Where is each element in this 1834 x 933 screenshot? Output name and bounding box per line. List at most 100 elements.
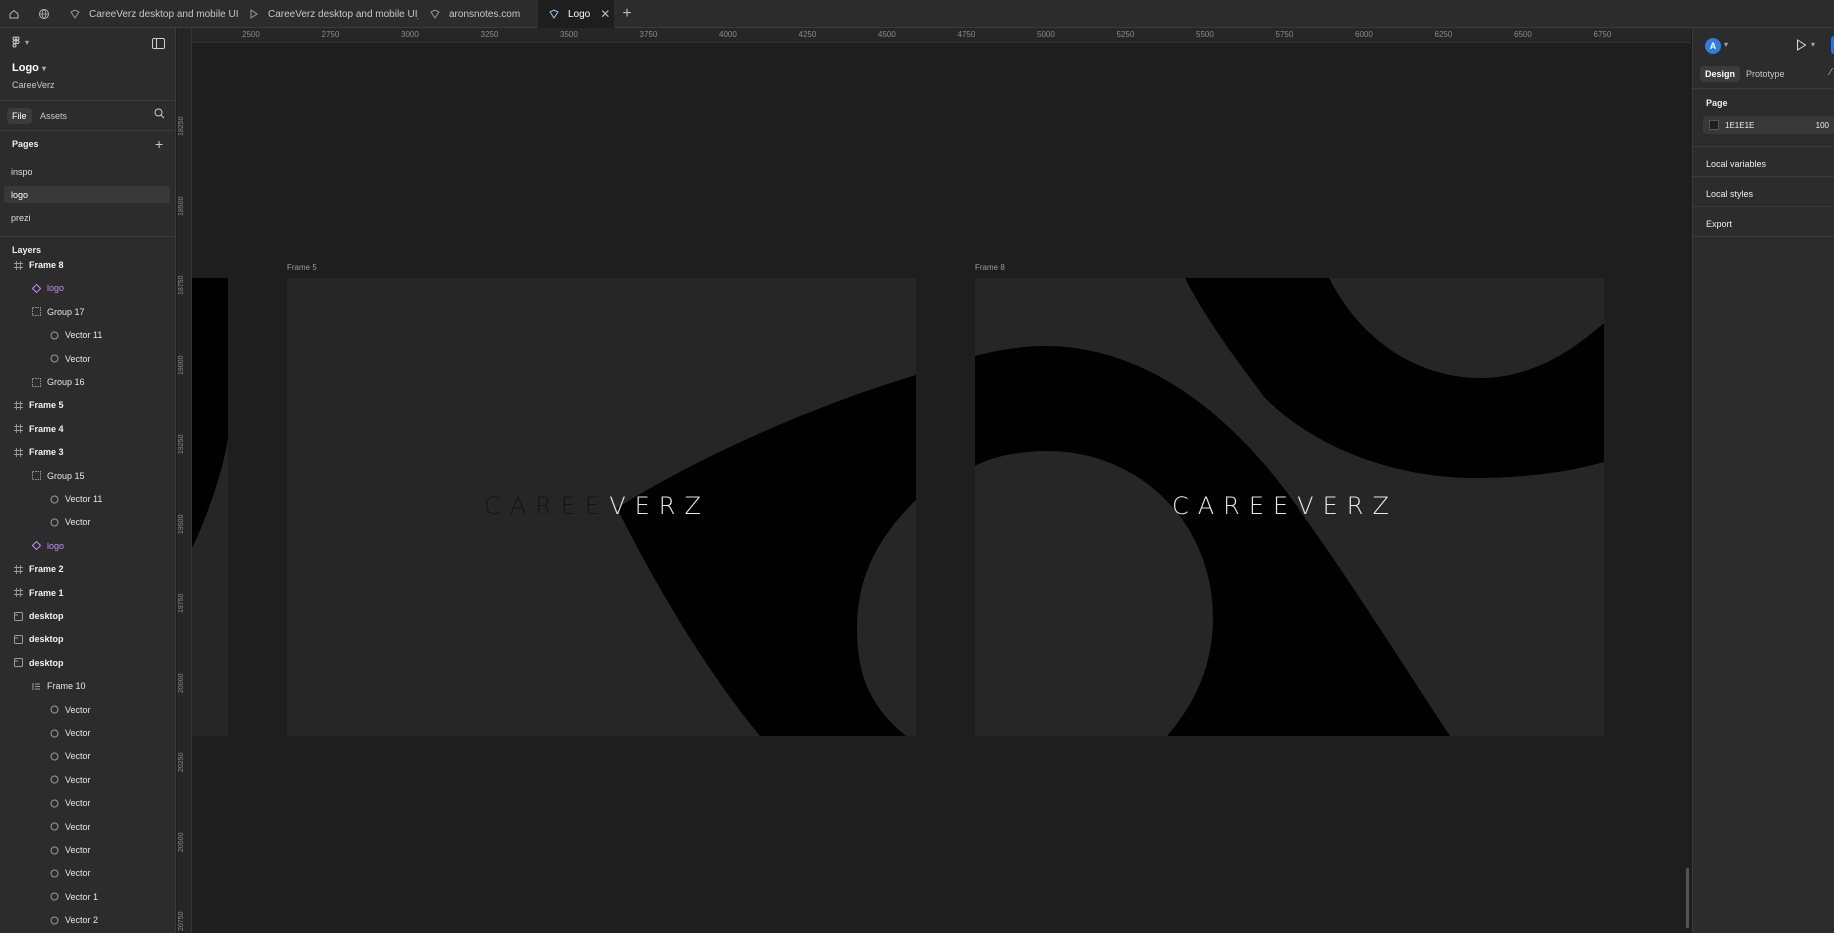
- tab-design[interactable]: Design: [1700, 66, 1741, 82]
- layer-item[interactable]: Vector 2: [0, 910, 175, 930]
- layer-item[interactable]: Vector 11: [0, 489, 175, 509]
- layer-item[interactable]: Vector: [0, 770, 175, 790]
- close-icon[interactable]: ✕: [600, 7, 610, 21]
- layer-item[interactable]: logo: [0, 536, 175, 556]
- page-item-inspo[interactable]: inspo: [4, 163, 170, 180]
- layer-label: Group 16: [47, 377, 85, 387]
- layer-item[interactable]: Vector: [0, 840, 175, 860]
- color-swatch[interactable]: [1709, 120, 1719, 130]
- vector-pen-icon: [48, 727, 60, 739]
- ruler-tick: 18250: [178, 116, 185, 136]
- local-variables[interactable]: Local variables: [1706, 159, 1766, 169]
- ruler-tick: 4000: [719, 30, 737, 39]
- logo-dark-part: CAREE: [484, 492, 610, 520]
- layer-item[interactable]: Frame 5: [0, 395, 175, 415]
- frame-label[interactable]: Frame 5: [287, 263, 317, 272]
- home-icon[interactable]: [0, 0, 28, 28]
- chevron-down-icon: ▾: [41, 64, 46, 73]
- add-page-plus-icon[interactable]: +: [155, 136, 163, 152]
- layer-item[interactable]: desktop: [0, 629, 175, 649]
- layer-item[interactable]: Frame 2: [0, 559, 175, 579]
- chevron-down-icon[interactable]: ▾: [1724, 40, 1728, 49]
- page-item-logo[interactable]: logo: [4, 186, 170, 203]
- zoom-dropdown-icon[interactable]: ⁄: [1830, 67, 1832, 78]
- page-background-color[interactable]: 1E1E1E 100: [1703, 116, 1834, 134]
- ruler-tick: 2500: [242, 30, 260, 39]
- tab-careeverz-ui-1[interactable]: CareeVerz desktop and mobile UI_fina: [58, 0, 238, 28]
- toggle-sidebar-icon[interactable]: [152, 38, 165, 52]
- layer-label: Vector: [65, 517, 91, 528]
- search-icon[interactable]: [154, 108, 165, 122]
- layer-item[interactable]: Vector: [0, 349, 175, 369]
- vector-pen-icon: [48, 329, 60, 341]
- layer-item[interactable]: logo: [0, 278, 175, 298]
- chevron-down-icon[interactable]: ▾: [1811, 40, 1815, 49]
- layer-item[interactable]: Group 17: [0, 302, 175, 322]
- ruler-tick: 19250: [178, 434, 185, 454]
- layer-item[interactable]: Vector: [0, 512, 175, 532]
- layer-item[interactable]: Vector: [0, 793, 175, 813]
- layer-label: Vector 11: [65, 330, 103, 341]
- layer-label: Vector: [65, 751, 91, 762]
- frame-5[interactable]: CAREEVERZ: [287, 278, 916, 736]
- layer-item[interactable]: Vector 11: [0, 325, 175, 345]
- ruler-tick: 4750: [957, 30, 976, 39]
- layer-item[interactable]: Frame 1: [0, 583, 175, 603]
- chevron-down-icon: ▾: [25, 37, 30, 47]
- vertical-scrollbar[interactable]: [1686, 868, 1689, 928]
- ruler-vertical: 18250 18500 18750 19000 19250 19500 19750 20000…: [177, 28, 192, 933]
- layer-item[interactable]: Frame 3: [0, 442, 175, 462]
- layer-item[interactable]: Vector: [0, 746, 175, 766]
- local-styles[interactable]: Local styles: [1706, 189, 1753, 199]
- frame-8[interactable]: CAREEVERZ: [975, 278, 1604, 736]
- ruler-tick: 6500: [1514, 30, 1532, 39]
- layer-item[interactable]: Vector: [0, 700, 175, 720]
- ruler-tick: 5500: [1196, 30, 1214, 39]
- ruler-tick: 4500: [878, 30, 896, 39]
- tab-file[interactable]: File: [7, 108, 32, 124]
- layer-item[interactable]: Group 15: [0, 466, 175, 486]
- layer-item[interactable]: Frame 4: [0, 419, 175, 439]
- present-play-icon[interactable]: [1796, 39, 1807, 54]
- community-globe-icon[interactable]: [30, 0, 58, 28]
- page-item-prezi[interactable]: prezi: [4, 209, 170, 226]
- canvas[interactable]: 2500 2750 3000 3250 3500 3750 4000 4250 4500 4750…: [177, 28, 1691, 933]
- frame-partial[interactable]: [192, 278, 228, 736]
- tab-careeverz-ui-2[interactable]: CareeVerz desktop and mobile UI_fina: [238, 0, 418, 28]
- ruler-tick: 19000: [178, 355, 185, 375]
- project-name[interactable]: CareeVerz: [12, 80, 55, 90]
- layer-item[interactable]: Frame 10: [0, 676, 175, 696]
- layer-item[interactable]: Vector: [0, 723, 175, 743]
- layer-item[interactable]: Frame 8: [0, 255, 175, 275]
- layer-item[interactable]: desktop: [0, 606, 175, 626]
- ruler-tick: 20750: [178, 911, 185, 931]
- tab-label: CareeVerz desktop and mobile UI_fina: [89, 8, 238, 20]
- page-color-opacity[interactable]: 100: [1816, 121, 1829, 130]
- export[interactable]: Export: [1706, 219, 1732, 229]
- page-color-hex[interactable]: 1E1E1E: [1725, 121, 1754, 130]
- layer-item[interactable]: Vector: [0, 863, 175, 883]
- layer-item[interactable]: Vector 1: [0, 887, 175, 907]
- vector-pen-icon: [48, 821, 60, 833]
- avatar[interactable]: A: [1705, 38, 1721, 54]
- right-panel: A ▾ ▾ Design Prototype ⁄ Page 1E1E1E 100…: [1692, 28, 1834, 933]
- tab-prototype[interactable]: Prototype: [1741, 66, 1790, 82]
- ruler-tick: 2750: [321, 30, 340, 39]
- tab-aronsnotes[interactable]: aronsnotes.com: [418, 0, 538, 28]
- main-menu-button[interactable]: ▾: [10, 36, 29, 48]
- tab-logo[interactable]: Logo ✕: [538, 0, 614, 28]
- divider: [1693, 88, 1834, 89]
- frame-label[interactable]: Frame 8: [975, 263, 1005, 272]
- layer-item[interactable]: Vector: [0, 817, 175, 837]
- tab-assets[interactable]: Assets: [35, 108, 72, 124]
- pages-title: Pages: [12, 139, 39, 149]
- layer-label: Vector: [65, 774, 91, 785]
- tab-label: CareeVerz desktop and mobile UI_fina: [268, 8, 418, 20]
- layer-item[interactable]: Group 16: [0, 372, 175, 392]
- layer-item[interactable]: desktop: [0, 653, 175, 673]
- component-diamond-icon: [30, 540, 42, 552]
- ruler-tick: 5750: [1275, 30, 1294, 39]
- file-name[interactable]: Logo ▾: [12, 62, 46, 74]
- new-tab-plus-icon[interactable]: +: [616, 0, 638, 28]
- layer-label: Vector: [65, 868, 91, 879]
